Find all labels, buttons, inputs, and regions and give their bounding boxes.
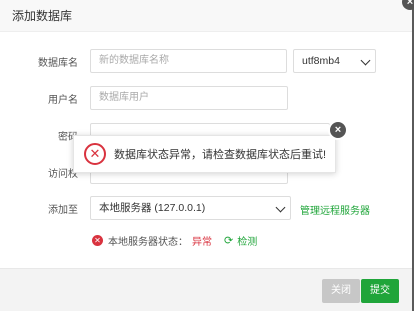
toast-close-icon[interactable]: × — [328, 120, 348, 140]
add-to-row: 添加至 本地服务器 (127.0.0.1) 管理远程服务器 — [0, 196, 412, 220]
check-link[interactable]: 检测 — [237, 233, 257, 248]
manage-remote-server-link[interactable]: 管理远程服务器 — [300, 202, 370, 217]
db-name-row: 数据库名 新的数据库名称 utf8mb4 — [0, 49, 412, 73]
chevron-down-icon — [275, 202, 286, 213]
server-value: 本地服务器 (127.0.0.1) — [99, 202, 206, 214]
username-input[interactable]: 数据库用户 — [90, 86, 288, 110]
add-to-label: 添加至 — [48, 205, 78, 216]
username-row: 用户名 数据库用户 — [0, 86, 412, 110]
db-name-label: 数据库名 — [38, 58, 78, 69]
charset-select[interactable]: utf8mb4 — [293, 49, 376, 73]
error-circle-icon: ✕ — [84, 143, 106, 165]
refresh-icon[interactable]: ⟳ — [224, 234, 233, 247]
dialog-title: 添加数据库 — [12, 9, 73, 23]
server-select[interactable]: 本地服务器 (127.0.0.1) — [90, 196, 291, 220]
error-icon: ✕ — [92, 234, 103, 246]
dialog-footer: 关闭 提交 — [0, 268, 412, 311]
toast-message: 数据库状态异常，请检查数据库状态后重试! — [114, 149, 327, 161]
charset-value: utf8mb4 — [302, 55, 340, 67]
dialog-header: 添加数据库 — [0, 0, 412, 32]
server-status-line: ✕ 本地服务器状态： 异常 ⟳ 检测 — [92, 232, 257, 248]
db-name-input[interactable]: 新的数据库名称 — [90, 49, 287, 73]
error-toast: ✕ 数据库状态异常，请检查数据库状态后重试! — [73, 135, 336, 173]
username-label: 用户名 — [48, 95, 78, 106]
submit-button[interactable]: 提交 — [361, 279, 399, 303]
close-button[interactable]: 关闭 — [322, 279, 360, 303]
status-label: 本地服务器状态： — [108, 236, 188, 248]
status-value: 异常 — [192, 236, 212, 248]
chevron-down-icon — [360, 55, 371, 66]
